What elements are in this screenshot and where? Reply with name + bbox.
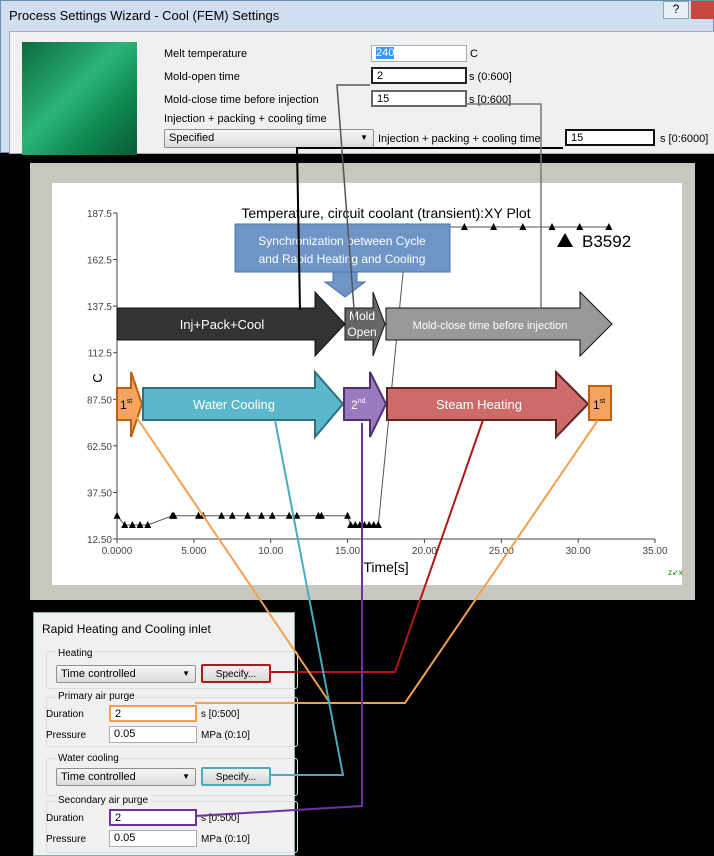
connector-water xyxy=(270,419,345,776)
diagram-overlay: 0.0000 5.000 10.00 15.00 20.00 25.00 30.00 35.0… xyxy=(87,84,683,817)
steam-heating-label: Steam Heating xyxy=(436,397,522,412)
y-tick-label: 187.5 xyxy=(87,209,112,220)
x-tick-label: 15.00 xyxy=(335,546,360,557)
y-tick-label: 162.5 xyxy=(87,256,112,267)
x-tick-label: 20.00 xyxy=(412,546,437,557)
y-tick-label: 12.50 xyxy=(87,535,112,546)
x-tick-label: 30.00 xyxy=(566,546,591,557)
y-tick-label: 37.50 xyxy=(87,488,112,499)
data-point xyxy=(113,511,121,519)
axis-triad-icon: z↙x xyxy=(668,568,683,577)
chart-title: Temperature, circuit coolant (transient)… xyxy=(241,205,530,221)
y-tick-label: 137.5 xyxy=(87,302,112,313)
y-tick-label: 112.5 xyxy=(88,349,113,360)
sync-line-1: Synchronization between Cycle xyxy=(258,234,426,248)
inj-label: Inj+Pack+Cool xyxy=(180,317,265,332)
mold-close-label: Mold-close time before injection xyxy=(413,320,568,332)
x-tick-label: 35.00 xyxy=(642,546,667,557)
sync-down-arrow xyxy=(323,271,367,298)
mold-open-arrow xyxy=(344,291,386,357)
sync-line-2: and Rapid Heating and Cooling xyxy=(259,252,426,266)
x-axis-label: Time[s] xyxy=(363,559,408,575)
y-tick-label: 87.50 xyxy=(87,395,112,406)
water-cooling-label: Water Cooling xyxy=(193,397,275,412)
legend-label: B3592 xyxy=(582,232,631,251)
mold-open-label-2: Open xyxy=(347,325,376,339)
x-tick-label: 10.00 xyxy=(258,546,283,557)
x-tick-label: 5.000 xyxy=(181,546,206,557)
x-tick-label: 0.0000 xyxy=(102,546,133,557)
y-tick-label: 62.50 xyxy=(87,442,112,453)
y-axis-label: C xyxy=(90,373,105,382)
connector-lines xyxy=(134,84,599,817)
connector-secondary xyxy=(194,423,363,817)
legend-marker xyxy=(557,233,573,247)
mold-open-label-1: Mold xyxy=(349,309,375,323)
